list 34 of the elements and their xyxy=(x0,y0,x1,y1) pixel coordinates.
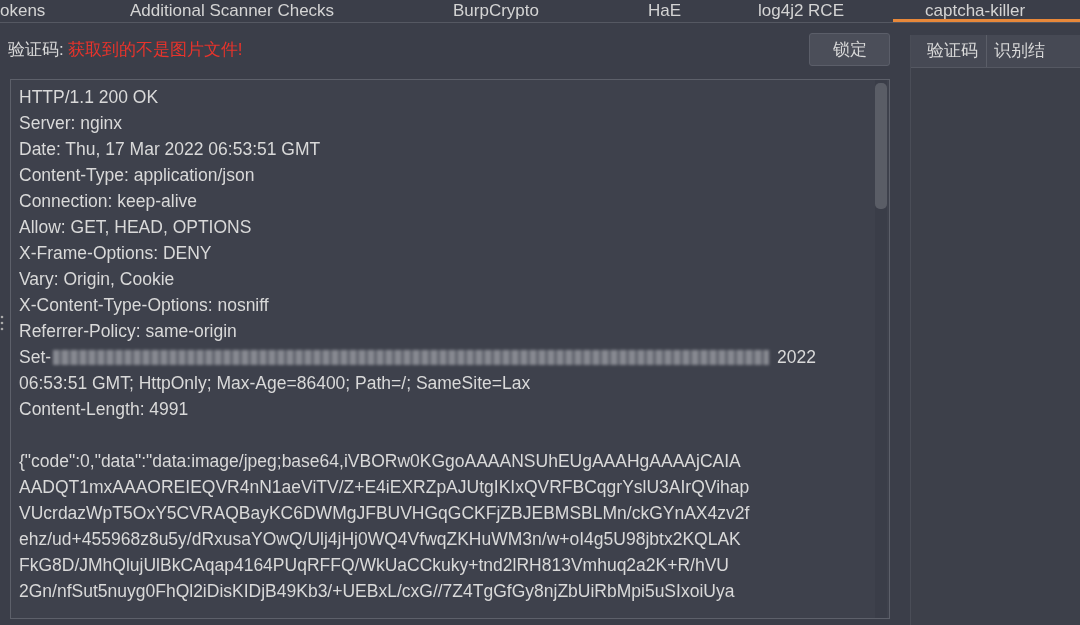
header-line: Vary: Origin, Cookie xyxy=(19,268,176,291)
response-text-area[interactable] xyxy=(10,79,890,619)
header-line: 2022 xyxy=(777,346,817,369)
tab[interactable]: Additional Scanner Checks xyxy=(130,2,453,22)
tab[interactable]: HaE xyxy=(648,2,758,22)
header-line: X-Frame-Options: DENY xyxy=(19,242,213,265)
tab[interactable]: captcha-killer xyxy=(893,2,1080,22)
tab[interactable]: BurpCrypto xyxy=(453,2,648,22)
header-line: Referrer-Policy: same-origin xyxy=(19,320,238,343)
tab[interactable]: okens xyxy=(0,2,130,22)
header-line: Connection: keep-alive xyxy=(19,190,199,213)
header-line: 06:53:51 GMT; HttpOnly; Max-Age=86400; Path=/; SameSite=Lax xyxy=(19,372,532,395)
header-line: Allow: GET, HEAD, OPTIONS xyxy=(19,216,253,239)
header-line: X-Content-Type-Options: nosniff xyxy=(19,294,270,317)
header-line: HTTP/1.1 200 OK xyxy=(19,86,160,109)
header-line: Server: nginx xyxy=(19,112,124,135)
body-line: AADQT1mxAAAOREIEQVR4nN1aeViTV/Z+E4iEXRZpAJUtgIKIxQVRFBCqgrYslU3AIrQVihap xyxy=(19,476,751,499)
captcha-label: 验证码: xyxy=(8,38,64,61)
column-header[interactable]: 验证码 xyxy=(911,35,987,67)
header-line: Content-Length: 4991 xyxy=(19,398,190,421)
column-header[interactable]: 识别结 xyxy=(987,35,1053,67)
body-line: FkG8D/JMhQlujUlBkCAqap4164PUqRFFQ/WkUaCCkuky+tnd2lRH813Vmhuq2a2K+R/hVU xyxy=(19,554,730,577)
error-message: 获取到的不是图片文件! xyxy=(67,38,243,61)
body-line: VUcrdazWpT5OxY5CVRAQBayKC6DWMgJFBUVHGqGCKFjZBJEBMSBLMn/ckGYnAX4zv2f xyxy=(19,502,751,525)
body-line: {"code":0,"data":"data:image/jpeg;base64,iVBORw0KGgoAAAANSUhEUgAAAHgAAAAjCAIA xyxy=(19,450,742,473)
header-line: Content-Type: application/json xyxy=(19,164,256,187)
body-line: ehz/ud+455968z8u5y/dRxusaYOwQ/Ulj4jHj0WQ4VfwqZKHuWM3n/w+oI4g5U98jbtx2KQLAK xyxy=(19,528,742,551)
body-line: 2Gn/nfSut5nuyg0FhQl2iDisKIDjB49Kb3/+UEBxL/cxG//7Z4TgGfGy8njZbUiRbMpi5uSIxoiUya xyxy=(19,580,736,603)
header-line: Set- xyxy=(19,346,52,369)
lock-button[interactable]: 锁定 xyxy=(809,32,890,66)
scrollbar-thumb[interactable] xyxy=(875,83,887,209)
tab[interactable]: log4j2 RCE xyxy=(758,2,893,22)
grip-icon[interactable] xyxy=(0,314,4,332)
header-line: Date: Thu, 17 Mar 2022 06:53:51 GMT xyxy=(19,138,322,161)
